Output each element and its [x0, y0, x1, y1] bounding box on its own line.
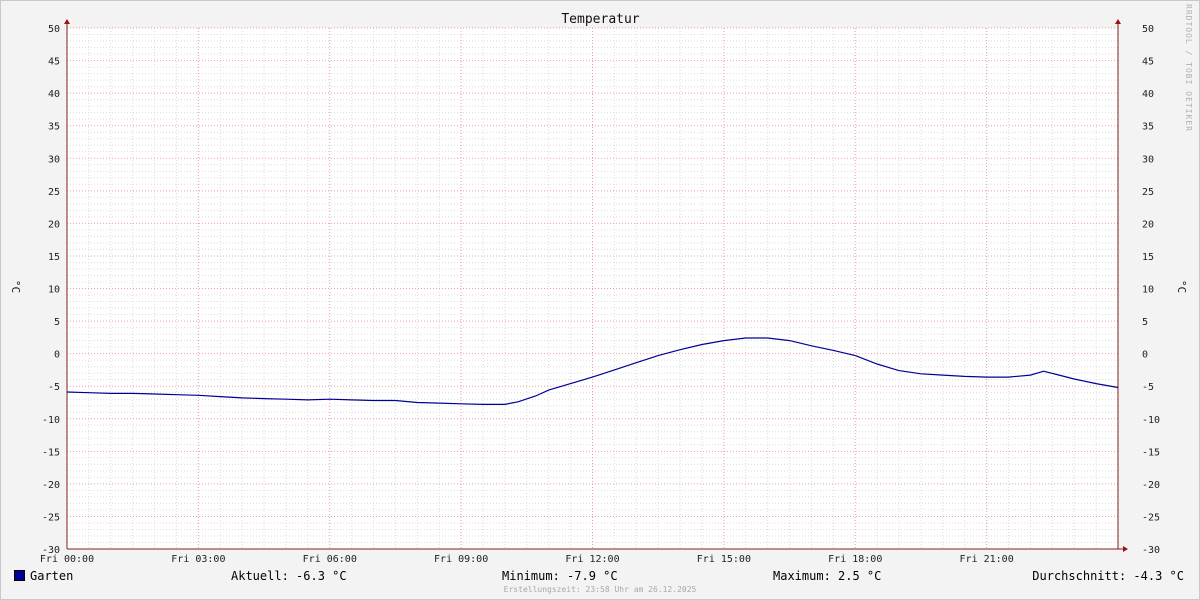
y-axis-title-right: °C: [1175, 280, 1188, 293]
y-tick-label-right: -5: [1142, 382, 1154, 393]
y-axis-right-arrow: [1115, 19, 1121, 24]
x-tick-label: Fri 09:00: [434, 554, 488, 565]
y-tick-label-right: -25: [1142, 512, 1160, 523]
x-tick-label: Fri 00:00: [40, 554, 94, 565]
x-tick-label: Fri 18:00: [828, 554, 882, 565]
y-tick-label-right: 25: [1142, 187, 1154, 198]
legend-swatch-garten: [14, 570, 25, 581]
y-tick-label-right: -10: [1142, 415, 1160, 426]
y-tick-label-left: 10: [48, 285, 60, 296]
y-tick-label-right: 20: [1142, 219, 1154, 230]
y-tick-label-left: -15: [42, 447, 60, 458]
chart-title: Temperatur: [561, 12, 639, 27]
y-tick-label-left: 40: [48, 89, 60, 100]
y-tick-label-left: 50: [48, 24, 60, 35]
y-tick-label-left: -10: [42, 415, 60, 426]
y-tick-label-left: 45: [48, 57, 60, 68]
legend-label-garten: Garten: [30, 569, 74, 583]
rrdtool-watermark: RRDTOOL / TOBI OETIKER: [1184, 4, 1193, 132]
x-tick-label: Fri 06:00: [303, 554, 357, 565]
creation-time-footer: Erstellungszeit: 23:58 Uhr am 26.12.2025: [503, 585, 697, 594]
y-tick-label-right: 10: [1142, 285, 1154, 296]
x-tick-label: Fri 03:00: [171, 554, 225, 565]
y-axis-left-arrow: [64, 19, 70, 24]
y-tick-label-right: -20: [1142, 480, 1160, 491]
y-tick-label-right: -15: [1142, 447, 1160, 458]
y-tick-label-right: 15: [1142, 252, 1154, 263]
y-tick-label-right: 0: [1142, 350, 1148, 361]
x-tick-label: Fri 15:00: [697, 554, 751, 565]
y-tick-label-left: -25: [42, 512, 60, 523]
x-tick-label: Fri 21:00: [960, 554, 1014, 565]
y-tick-label-left: 0: [54, 350, 60, 361]
y-tick-label-right: 30: [1142, 154, 1154, 165]
stat-minimum: Minimum: -7.9 °C: [502, 569, 618, 583]
stat-average: Durchschnitt: -4.3 °C: [1032, 569, 1184, 583]
stat-maximum: Maximum: 2.5 °C: [773, 569, 882, 583]
y-tick-label-right: 35: [1142, 122, 1154, 133]
y-tick-label-left: 5: [54, 317, 60, 328]
x-axis-arrow: [1123, 546, 1128, 552]
y-tick-label-right: 45: [1142, 57, 1154, 68]
y-tick-label-left: 35: [48, 122, 60, 133]
y-tick-label-left: -5: [48, 382, 60, 393]
y-tick-label-right: -30: [1142, 545, 1160, 556]
y-tick-label-right: 50: [1142, 24, 1154, 35]
y-tick-label-right: 40: [1142, 89, 1154, 100]
y-axis-title-left: °C: [9, 280, 22, 293]
y-tick-label-left: 30: [48, 154, 60, 165]
y-tick-label-left: -20: [42, 480, 60, 491]
y-tick-label-left: 15: [48, 252, 60, 263]
x-tick-label: Fri 12:00: [565, 554, 619, 565]
y-tick-label-right: 5: [1142, 317, 1148, 328]
stat-current: Aktuell: -6.3 °C: [231, 569, 347, 583]
y-tick-label-left: 20: [48, 219, 60, 230]
temperature-chart: 50 5045 4540 4035 3530 3025 2520 2015 1510 105 50 0…: [9, 12, 1188, 565]
y-tick-label-left: 25: [48, 187, 60, 198]
